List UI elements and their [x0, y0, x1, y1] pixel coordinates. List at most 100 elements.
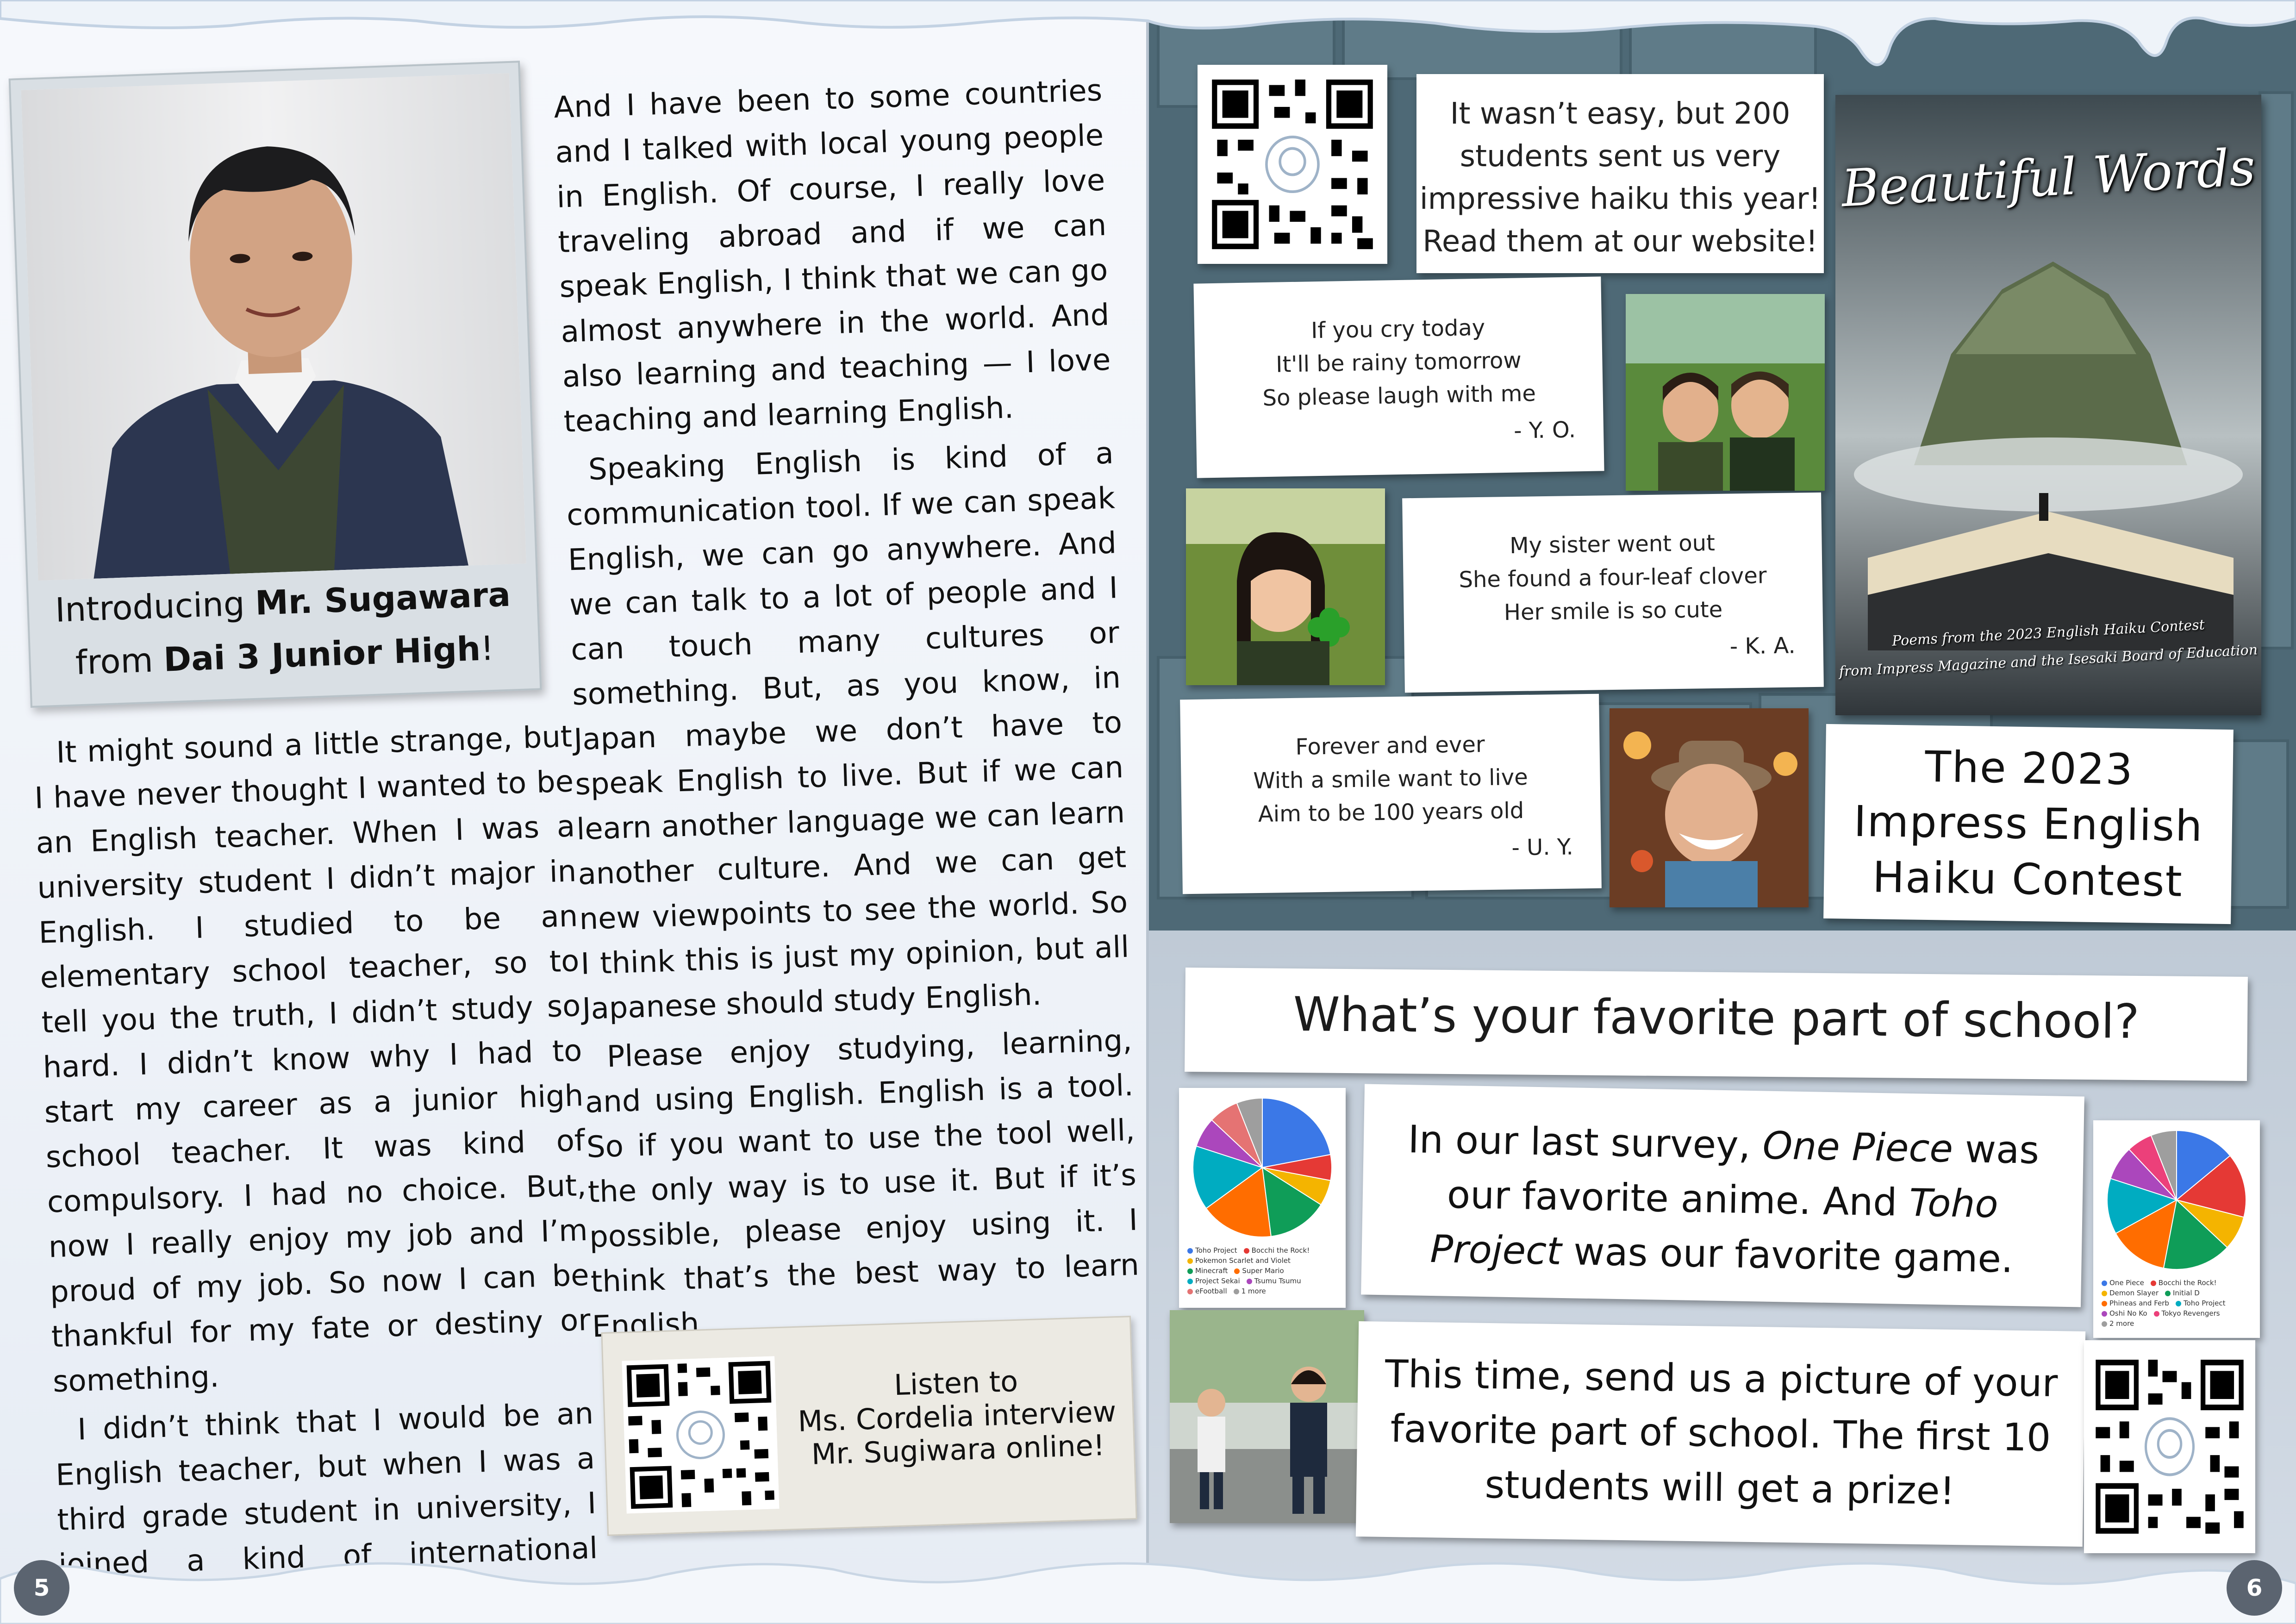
haiku-author: - U. Y. — [1511, 834, 1574, 861]
anime-pie-chart — [2107, 1130, 2246, 1270]
legend-entry: Minecraft — [1187, 1266, 1228, 1276]
legend-label: Super Mario — [1242, 1267, 1284, 1275]
legend-entry: Demon Slayer — [2102, 1288, 2159, 1298]
legend-swatch — [2150, 1280, 2156, 1286]
bottom-drip-border — [0, 1562, 2296, 1624]
legend-label: Minecraft — [1195, 1267, 1228, 1275]
last-survey-text: In our last survey, One Piece was our fa… — [1380, 1112, 2065, 1288]
legend-entry: One Piece — [2102, 1278, 2144, 1288]
legend-entry: Initial D — [2165, 1288, 2200, 1298]
legend-label: Demon Slayer — [2109, 1289, 2159, 1297]
caption-school: Dai 3 Junior High — [162, 629, 481, 679]
legend-entry: Oshi No Ko — [2102, 1308, 2147, 1318]
article-paragraph: Please enjoy studying, learning, and usi… — [584, 1023, 1140, 1344]
website-line: impressive haiku this year! — [1419, 182, 1821, 216]
legend-label: Toho Project — [2183, 1299, 2226, 1307]
legend-swatch — [1187, 1258, 1193, 1264]
legend-entry: Toho Project — [1187, 1245, 1237, 1255]
haiku-line: My sister went out — [1509, 530, 1716, 559]
survey-text-part: was our favorite game. — [1561, 1229, 2014, 1281]
legend-entry: Tokyo Revengers — [2153, 1308, 2220, 1318]
games-pie-card: Toho Project Bocchi the Rock!Pokemon Scar… — [1179, 1088, 1346, 1308]
legend-swatch — [2102, 1300, 2107, 1306]
haiku-line: So please laugh with me — [1262, 380, 1536, 412]
legend-label: One Piece — [2109, 1279, 2144, 1287]
legend-swatch — [1243, 1248, 1249, 1254]
contest-title-line: Impress English — [1853, 796, 2204, 851]
contest-title-line: Haiku Contest — [1872, 852, 2184, 906]
article-column-1: It might sound a little strange, but I h… — [32, 714, 600, 1624]
legend-entry: Project Sekai — [1187, 1276, 1240, 1286]
haiku-card-2: My sister went out She found a four-leaf… — [1402, 492, 1824, 693]
interview-qr-text: Listen to Ms. Cordelia interview Mr. Sug… — [789, 1362, 1125, 1472]
games-pie-chart — [1192, 1097, 1332, 1237]
haiku-line: Aim to be 100 years old — [1258, 797, 1524, 828]
survey-anime: One Piece — [1762, 1124, 1953, 1171]
new-survey-text: This time, send us a picture of your fav… — [1385, 1352, 2058, 1514]
legend-label: Toho Project — [1195, 1246, 1237, 1255]
haiku-author: - K. A. — [1729, 632, 1796, 660]
legend-swatch — [2102, 1290, 2107, 1296]
left-page: Introducing Mr. Sugawara from Dai 3 Juni… — [0, 0, 1147, 1624]
website-line: Read them at our website! — [1423, 225, 1818, 259]
website-line: It wasn’t easy, but 200 — [1450, 97, 1791, 131]
teacher-portrait-photo — [21, 73, 526, 581]
article-column-2: And I have been to some countries and I … — [553, 69, 1141, 1350]
legend-entry: eFootball — [1187, 1286, 1227, 1296]
anime-pie-card: One Piece Bocchi the Rock! Demon Slayer Ini… — [2093, 1120, 2260, 1338]
qr-code-icon[interactable] — [1207, 74, 1378, 255]
legend-entry: Bocchi the Rock! — [1243, 1245, 1310, 1255]
qr-code-icon[interactable] — [2091, 1354, 2248, 1539]
legend-swatch — [2102, 1280, 2107, 1286]
survey-title-card: What’s your favorite part of school? — [1185, 967, 2248, 1081]
portrait-card: Introducing Mr. Sugawara from Dai 3 Juni… — [8, 61, 542, 708]
photo-girl-clover — [1186, 488, 1385, 685]
qr-code-icon[interactable] — [622, 1356, 780, 1514]
survey-title: What’s your favorite part of school? — [1293, 987, 2140, 1049]
haiku-line: Forever and ever — [1295, 731, 1485, 760]
legend-label: eFootball — [1195, 1287, 1227, 1295]
magazine-spread: Introducing Mr. Sugawara from Dai 3 Juni… — [0, 0, 2296, 1624]
legend-entry: Toho Project — [2175, 1298, 2226, 1308]
legend-label: Tokyo Revengers — [2161, 1309, 2220, 1318]
article-paragraph: Speaking English is kind of a communicat… — [566, 436, 1130, 1026]
photo-laughing-old-man — [1610, 708, 1809, 907]
legend-entry: Super Mario — [1234, 1266, 1284, 1276]
legend-label: Bocchi the Rock! — [2158, 1279, 2217, 1287]
legend-entry: 2 more — [2102, 1318, 2134, 1329]
caption-from: from — [75, 640, 164, 682]
book-cover-beautiful-words: Beautiful Words Poems from the 2023 Engl… — [1835, 95, 2261, 715]
legend-label: 1 more — [1241, 1287, 1266, 1295]
photo-smiling-kids — [1626, 294, 1825, 491]
haiku-card-1: If you cry today It'll be rainy tomorrow… — [1193, 276, 1604, 478]
legend-swatch — [2175, 1300, 2181, 1306]
legend-label: 2 more — [2109, 1319, 2134, 1328]
legend-label: Project Sekai — [1195, 1277, 1240, 1285]
caption-name: Mr. Sugawara — [254, 575, 512, 623]
legend-entry: Phineas and Ferb — [2102, 1298, 2169, 1308]
legend-entry: 1 more — [1233, 1286, 1266, 1296]
haiku-line: With a smile want to live — [1253, 764, 1529, 794]
legend-entry: Pokemon Scarlet and Violet — [1187, 1255, 1291, 1266]
survey-submit-qr[interactable] — [2084, 1340, 2255, 1553]
anime-pie-legend: One Piece Bocchi the Rock! Demon Slayer Ini… — [2102, 1278, 2254, 1329]
page-number-left: 5 — [14, 1560, 69, 1616]
legend-swatch — [1187, 1268, 1193, 1274]
legend-swatch — [2102, 1311, 2107, 1317]
caption-end: ! — [480, 628, 495, 668]
legend-entry: Bocchi the Rock! — [2150, 1278, 2217, 1288]
contest-title-card: The 2023 Impress English Haiku Contest — [1823, 724, 2234, 924]
last-survey-card: In our last survey, One Piece was our fa… — [1361, 1084, 2084, 1307]
legend-swatch — [1234, 1268, 1240, 1274]
website-note: It wasn’t easy, but 200 students sent us… — [1416, 74, 1824, 273]
legend-swatch — [1233, 1288, 1239, 1294]
interview-qr-box[interactable]: Listen to Ms. Cordelia interview Mr. Sug… — [601, 1316, 1137, 1536]
legend-label: Initial D — [2173, 1289, 2200, 1297]
contest-title-line: The 2023 — [1924, 742, 2134, 795]
haiku-website-qr[interactable] — [1198, 65, 1387, 264]
caption-prefix: Introducing — [54, 583, 256, 630]
legend-entry: Tsumu Tsumu — [1246, 1276, 1301, 1286]
haiku-line: Her smile is so cute — [1504, 596, 1723, 626]
games-pie-legend: Toho Project Bocchi the Rock!Pokemon Scar… — [1187, 1245, 1340, 1296]
portrait-caption: Introducing Mr. Sugawara from Dai 3 Juni… — [28, 567, 539, 691]
